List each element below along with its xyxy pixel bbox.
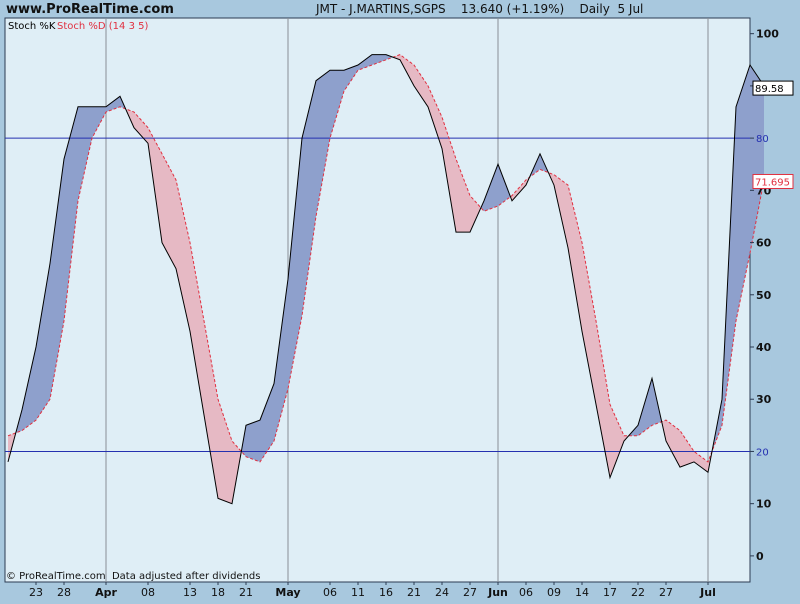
x-tick-label: Jul (699, 586, 716, 599)
symbol-info: JMT - J.MARTINS,SGPS 13.640 (+1.19%) Dai… (315, 2, 643, 16)
y-tick-label: 40 (756, 341, 772, 354)
footer-note: © ProRealTime.com Data adjusted after di… (6, 571, 260, 582)
x-tick-label: 16 (379, 586, 393, 599)
level-label-80: 80 (756, 134, 769, 145)
stochastic-chart: 010304050607090100802089.5871.695 2328Ap… (0, 0, 800, 600)
y-tick-label: 10 (756, 498, 772, 511)
x-tick-label: 08 (141, 586, 155, 599)
x-tick-label: 13 (183, 586, 197, 599)
y-tick-label: 100 (756, 28, 779, 41)
x-tick-label: 28 (57, 586, 71, 599)
x-tick-label: 22 (631, 586, 645, 599)
y-tick-label: 60 (756, 237, 772, 250)
y-tick-label: 0 (756, 550, 764, 563)
x-tick-label: 11 (351, 586, 365, 599)
level-label-20: 20 (756, 447, 769, 458)
chart-canvas: 010304050607090100802089.5871.695 2328Ap… (0, 0, 800, 600)
band-fill-segment (246, 420, 260, 462)
x-tick-label: 24 (435, 586, 449, 599)
x-tick-label: Jun (487, 586, 508, 599)
k-last-value: 89.58 (755, 84, 784, 95)
site-title[interactable]: www.ProRealTime.com (6, 2, 174, 17)
x-tick-label: 06 (323, 586, 337, 599)
x-tick-label: Apr (95, 586, 117, 599)
x-tick-label: 27 (659, 586, 673, 599)
y-tick-label: 30 (756, 393, 772, 406)
legend-k-label: Stoch %K (8, 21, 56, 32)
x-tick-label: 06 (519, 586, 533, 599)
x-tick-label: 21 (407, 586, 421, 599)
x-tick-label: 18 (211, 586, 225, 599)
x-tick-label: 17 (603, 586, 617, 599)
d-last-value: 71.695 (755, 177, 790, 188)
x-tick-label: 21 (239, 586, 253, 599)
legend-d-label: Stoch %D (14 3 5) (57, 21, 148, 32)
x-tick-label: May (275, 586, 300, 599)
x-tick-label: 23 (29, 586, 43, 599)
x-tick-label: 14 (575, 586, 589, 599)
x-tick-label: 27 (463, 586, 477, 599)
y-tick-label: 50 (756, 289, 772, 302)
x-tick-label: 09 (547, 586, 561, 599)
